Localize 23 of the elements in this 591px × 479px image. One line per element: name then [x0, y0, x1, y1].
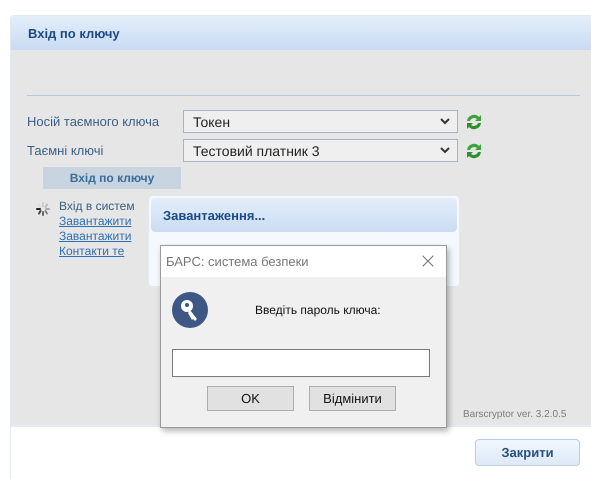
spinner-icon	[33, 201, 53, 217]
field-label: Таємні ключі	[27, 143, 104, 158]
dropdown[interactable]: Тестовий платник 3	[183, 139, 458, 162]
field-label: Носій таємного ключа	[27, 114, 160, 129]
close-button[interactable]: Закрити	[475, 439, 580, 466]
close-button[interactable]: ×	[410, 246, 446, 276]
chevron-down-icon[interactable]	[440, 118, 450, 125]
login-button[interactable]: Вхід по ключу	[43, 167, 181, 189]
ok-button[interactable]: OK	[207, 386, 294, 411]
window-title: Вхід по ключу	[28, 26, 120, 40]
dropdown[interactable]: Токен	[183, 110, 458, 133]
version-label: Barscryptor ver. 3.2.0.5	[463, 409, 566, 420]
key-icon	[172, 292, 208, 328]
password-field[interactable]	[172, 349, 430, 377]
cancel-button[interactable]: Відмінити	[309, 386, 396, 411]
link[interactable]: Контакти те	[59, 244, 135, 259]
status-text: Вхід в систем	[59, 199, 135, 214]
link[interactable]: Завантажити	[59, 214, 135, 229]
password-prompt: Введіть пароль ключа:	[255, 303, 381, 317]
link[interactable]: Завантажити	[59, 229, 135, 244]
dialog-title: БАРС: система безпеки	[166, 254, 309, 269]
loading-title: Завантаження...	[151, 198, 457, 232]
chevron-down-icon[interactable]	[440, 147, 450, 154]
